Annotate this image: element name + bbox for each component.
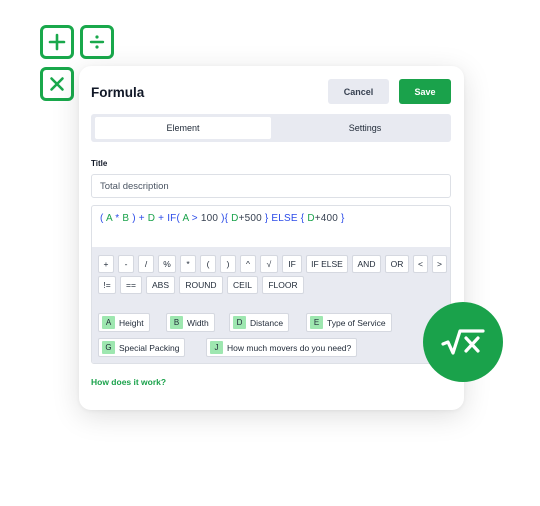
plus-icon [40,25,74,59]
key-abs[interactable]: ABS [146,276,175,294]
formula-token: ( [100,213,104,224]
formula-token: +500 [238,213,262,224]
variable-letter: G [102,341,115,354]
how-it-works-link[interactable]: How does it work? [91,377,166,387]
variable-label: Distance [250,317,284,328]
formula-token: IF( [167,213,181,224]
key-minus[interactable]: - [118,255,134,273]
formula-token: ){ [221,213,229,224]
key-plus[interactable]: + [98,255,114,273]
formula-token: +400 [314,213,339,224]
tab-bar: Element Settings [91,114,451,142]
operator-keypad: + - / % * ( ) ^ √ IF IF ELSE AND OR < > … [92,247,450,363]
variable-chip[interactable]: B Width [166,313,215,332]
variable-chip[interactable]: J How much movers do you need? [206,338,358,357]
key-round[interactable]: ROUND [179,276,223,294]
formula-token: A [105,213,113,224]
formula-token: ) [132,213,136,224]
key-percent[interactable]: % [158,255,176,273]
formula-token: D [307,213,315,224]
formula-token: A [182,213,189,224]
key-sqrt[interactable]: √ [260,255,278,273]
formula-token: ELSE [271,213,298,224]
formula-token: 100 [200,213,219,224]
variable-chip[interactable]: E Type of Service [306,313,392,332]
key-power[interactable]: ^ [240,255,256,273]
key-equal[interactable]: == [120,276,142,294]
key-multiply[interactable]: * [180,255,196,273]
tab-settings[interactable]: Settings [283,117,447,139]
variable-letter: D [233,316,246,329]
formula-token: { [300,213,305,224]
key-floor[interactable]: FLOOR [262,276,304,294]
variable-label: Special Packing [119,342,180,353]
save-button[interactable]: Save [399,79,451,104]
formula-token: B [122,213,130,224]
variable-label: How much movers do you need? [227,342,352,353]
variable-chip[interactable]: D Distance [229,313,290,332]
formula-token: * [115,213,120,224]
square-root-x-icon [423,302,503,382]
variable-label: Width [187,317,209,328]
formula-expression[interactable]: ( A * B ) + D + IF( A > 100 ){ D+500 } E… [100,213,345,224]
formula-token: + [158,213,165,224]
variable-label: Height [119,317,144,328]
title-input[interactable]: Total description [91,174,451,198]
formula-token: > [191,213,198,224]
key-less-than[interactable]: < [413,255,428,273]
formula-dialog: Formula Cancel Save Element Settings Tit… [79,66,464,410]
cancel-button[interactable]: Cancel [328,79,389,104]
formula-token: D [147,213,156,224]
tab-element[interactable]: Element [95,117,271,139]
formula-token: } [264,213,269,224]
formula-token: D [231,213,239,224]
key-greater-than[interactable]: > [432,255,447,273]
key-open-paren[interactable]: ( [200,255,216,273]
key-close-paren[interactable]: ) [220,255,236,273]
key-divide[interactable]: / [138,255,154,273]
variable-letter: J [210,341,223,354]
key-ceil[interactable]: CEIL [227,276,258,294]
key-and[interactable]: AND [352,255,381,273]
times-icon [40,67,74,101]
title-field-label: Title [91,159,108,168]
formula-editor[interactable]: ( A * B ) + D + IF( A > 100 ){ D+500 } E… [91,205,451,364]
variable-chip[interactable]: G Special Packing [98,338,186,357]
variable-letter: B [170,316,183,329]
variable-letter: E [310,316,323,329]
divide-icon [80,25,114,59]
variable-label: Type of Service [327,317,386,328]
variable-chip[interactable]: A Height [98,313,150,332]
formula-token: } [341,213,345,224]
dialog-title: Formula [91,85,145,100]
formula-token: + [138,213,145,224]
key-if[interactable]: IF [282,255,302,273]
key-or[interactable]: OR [385,255,409,273]
key-not-equal[interactable]: != [98,276,116,294]
variable-letter: A [102,316,115,329]
key-if-else[interactable]: IF ELSE [306,255,348,273]
